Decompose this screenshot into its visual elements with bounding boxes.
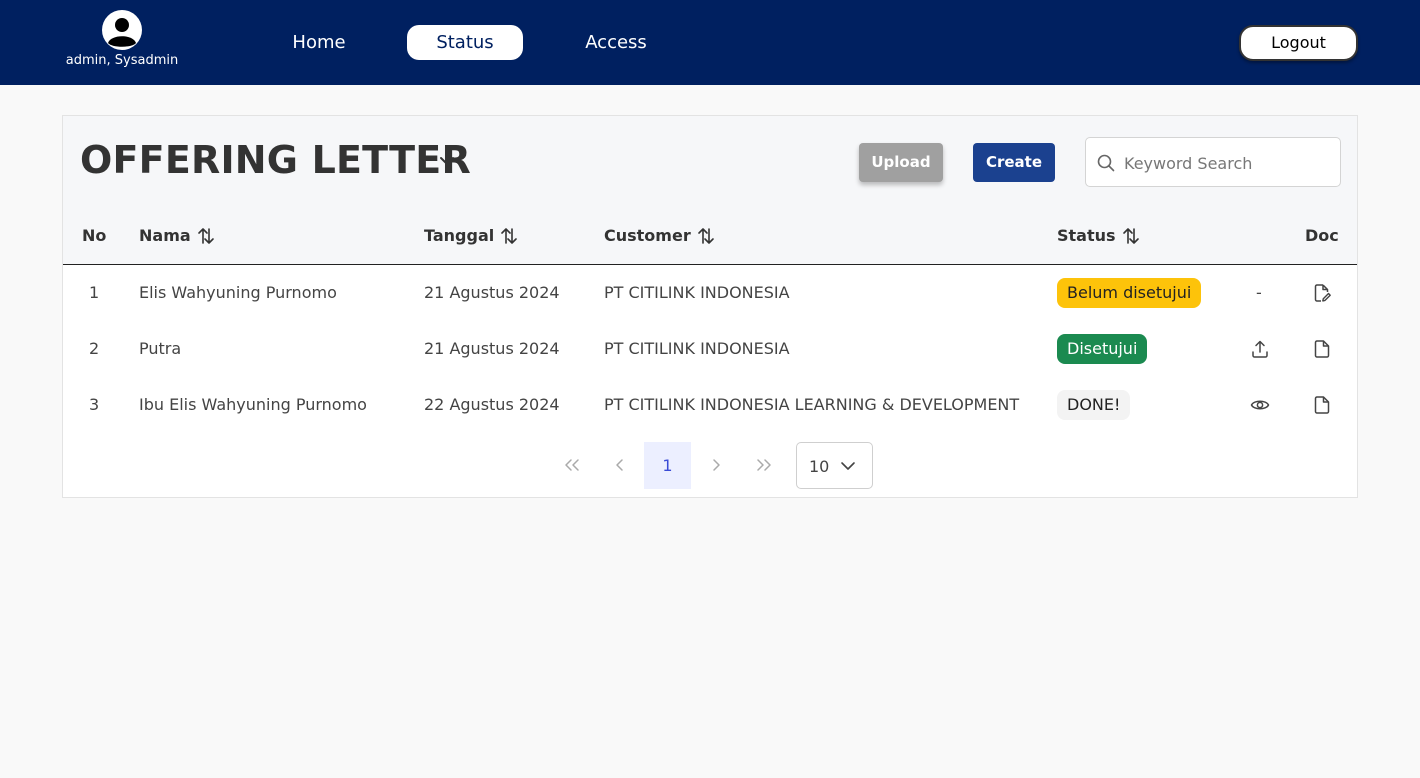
column-header-status[interactable]: Status (1057, 226, 1140, 245)
column-header-label: Customer (604, 226, 691, 245)
logout-button[interactable]: Logout (1239, 25, 1358, 61)
table-row: 2 Putra 21 Agustus 2024 PT CITILINK INDO… (63, 321, 1357, 377)
chevrons-right-icon (756, 459, 771, 471)
column-header-doc: Doc (1305, 226, 1339, 245)
cell-customer: PT CITILINK INDONESIA (604, 339, 790, 358)
last-page-button[interactable] (740, 442, 787, 489)
cell-customer: PT CITILINK INDONESIA LEARNING & DEVELOP… (604, 395, 1020, 414)
column-header-label: Nama (139, 226, 191, 245)
action-placeholder: - (1256, 283, 1262, 302)
nav-home[interactable]: Home (280, 25, 358, 60)
search-icon (1097, 154, 1115, 172)
create-button[interactable]: Create (973, 143, 1055, 182)
next-page-button[interactable] (692, 442, 739, 489)
cell-no: 3 (89, 395, 100, 414)
sort-icon[interactable] (697, 227, 715, 245)
column-header-nama[interactable]: Nama (139, 226, 215, 245)
column-header-label: Doc (1305, 226, 1339, 245)
status-badge: DONE! (1057, 390, 1131, 420)
offering-letter-card: OFFERING LETTER Upload Create No Nama Ta… (62, 115, 1358, 498)
top-navbar: admin, Sysadmin Home Status Access Logou… (0, 0, 1420, 85)
cell-nama: Elis Wahyuning Purnomo (139, 283, 337, 302)
chevron-down-icon[interactable] (438, 152, 456, 170)
search-box (1085, 137, 1341, 187)
column-header-label: No (82, 226, 107, 245)
first-page-button[interactable] (548, 442, 595, 489)
chevron-right-icon (712, 459, 720, 471)
column-header-tanggal[interactable]: Tanggal (424, 226, 518, 245)
nav-access[interactable]: Access (570, 25, 662, 60)
sort-icon[interactable] (500, 227, 518, 245)
column-header-label: Tanggal (424, 226, 495, 245)
cell-tanggal: 22 Agustus 2024 (424, 395, 560, 414)
cell-nama: Ibu Elis Wahyuning Purnomo (139, 395, 367, 414)
file-icon[interactable] (1312, 395, 1332, 415)
page-button-current[interactable]: 1 (644, 442, 691, 489)
eye-icon[interactable] (1250, 395, 1270, 415)
cell-no: 2 (89, 339, 100, 358)
table-row: 3 Ibu Elis Wahyuning Purnomo 22 Agustus … (63, 377, 1357, 433)
table-row: 1 Elis Wahyuning Purnomo 21 Agustus 2024… (63, 265, 1357, 321)
column-header-no: No (82, 226, 106, 245)
status-badge: Belum disetujui (1057, 278, 1202, 308)
file-icon[interactable] (1312, 339, 1332, 359)
sort-icon[interactable] (197, 227, 215, 245)
page-title: OFFERING LETTER (80, 138, 471, 182)
status-badge: Disetujui (1057, 334, 1148, 364)
nav-status[interactable]: Status (407, 25, 523, 60)
column-header-label: Status (1057, 226, 1116, 245)
chevron-down-icon (841, 462, 855, 470)
cell-tanggal: 21 Agustus 2024 (424, 283, 560, 302)
cell-tanggal: 21 Agustus 2024 (424, 339, 560, 358)
upload-button[interactable]: Upload (859, 143, 943, 182)
page-size-value: 10 (809, 457, 830, 476)
chevrons-left-icon (564, 459, 579, 471)
user-avatar-icon (102, 10, 142, 50)
cell-no: 1 (89, 283, 100, 302)
sort-icon[interactable] (1122, 227, 1140, 245)
cell-customer: PT CITILINK INDONESIA (604, 283, 790, 302)
upload-icon[interactable] (1250, 339, 1270, 359)
file-edit-icon[interactable] (1312, 283, 1332, 303)
prev-page-button[interactable] (596, 442, 643, 489)
page-size-select[interactable]: 10 (796, 442, 873, 489)
cell-nama: Putra (139, 339, 182, 358)
chevron-left-icon (615, 459, 623, 471)
user-info: admin, Sysadmin (52, 10, 192, 68)
column-header-customer[interactable]: Customer (604, 226, 715, 245)
user-name: admin, Sysadmin (65, 53, 179, 68)
search-input[interactable] (1124, 148, 1329, 178)
